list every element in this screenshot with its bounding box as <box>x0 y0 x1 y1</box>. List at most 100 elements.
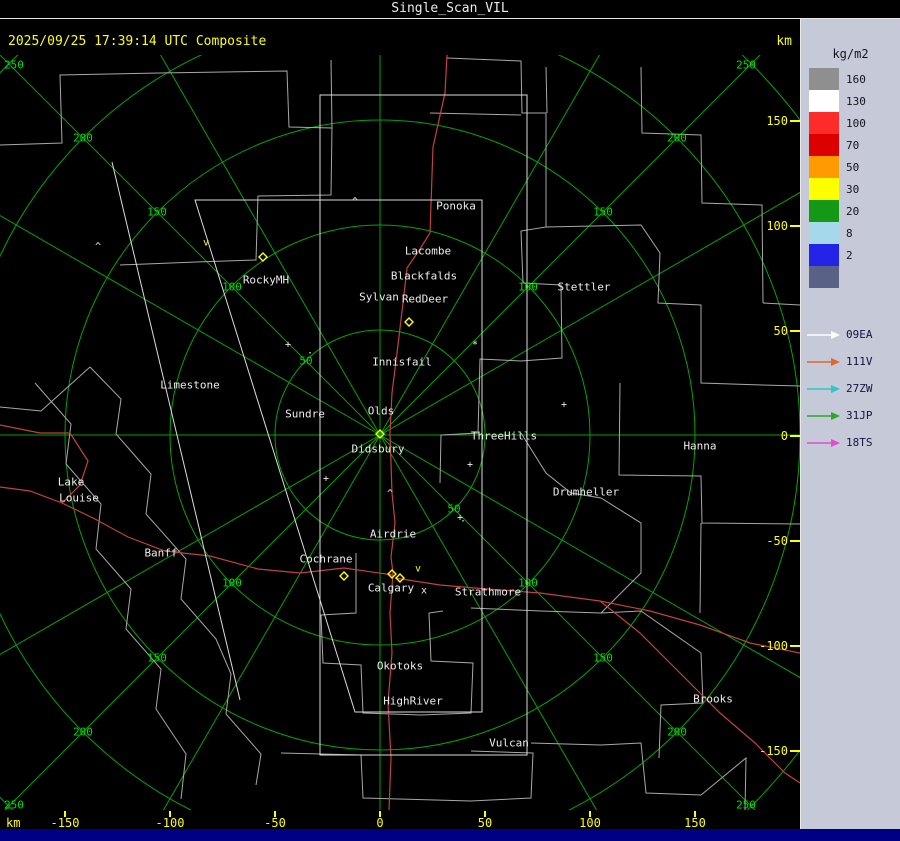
city-label-brooks: Brooks <box>693 693 733 706</box>
station-arrow-icon <box>807 330 840 339</box>
colorbar-value-label: 30 <box>846 182 860 196</box>
point-marker-v: v <box>415 564 421 575</box>
point-marker-.: . <box>307 346 313 357</box>
point-marker-x: x <box>421 586 427 597</box>
colorbar-level: 130 <box>809 90 866 112</box>
radial-line-120deg <box>379 434 800 679</box>
colorbar-value-label: 2 <box>846 248 853 262</box>
colorbar-level: 30 <box>809 178 866 200</box>
station-arrow-icon <box>807 438 840 447</box>
colorbar-level: 100 <box>809 112 866 134</box>
station-id-label: 18TS <box>846 436 873 449</box>
station-id-label: 31JP <box>846 409 873 422</box>
radial-line-210deg <box>162 434 381 810</box>
city-label-stettler: Stettler <box>558 281 611 294</box>
bottom-axis-tick-label: -150 <box>50 816 80 830</box>
point-marker-^: ^ <box>95 242 101 253</box>
county-boundary <box>330 59 333 129</box>
ring-distance-label: 100 <box>222 281 242 294</box>
ring-distance-label: 150 <box>147 652 167 665</box>
station-legend-row: 18TS <box>805 429 873 456</box>
station-id-label: 09EA <box>846 328 873 341</box>
bottom-axis-tick-label: 50 <box>477 816 493 830</box>
city-label-blackfalds: Blackfalds <box>391 270 457 283</box>
city-label-reddeer: RedDeer <box>402 293 449 306</box>
right-axis-tick-label: 150 <box>766 114 788 128</box>
colorbar-level: 20 <box>809 200 866 222</box>
city-label-sundre: Sundre <box>285 408 325 421</box>
ring-distance-label: 200 <box>667 132 687 145</box>
point-marker-+: + <box>285 340 291 351</box>
station-arrow-icon <box>807 384 840 393</box>
city-label-banff: Banff <box>144 547 177 560</box>
station-legend-row: 111V <box>805 348 873 375</box>
radial-line-330deg <box>160 55 381 436</box>
colorbar-swatch <box>809 178 839 200</box>
radar-scan-outlines <box>111 94 528 756</box>
ring-distance-label: 100 <box>518 281 538 294</box>
city-label-olds: Olds <box>368 405 395 418</box>
point-marker-^: ^ <box>387 489 393 500</box>
station-legend: 09EA 111V 27ZW 31JP 18TS <box>805 321 873 456</box>
colorbar-swatch <box>809 244 839 266</box>
point-marker-+: + <box>323 474 329 485</box>
scan-sector-outline <box>319 94 528 756</box>
county-boundary <box>545 66 548 114</box>
county-boundary <box>439 434 442 484</box>
bottom-status-bar <box>0 829 900 841</box>
bottom-axis-tick-label: 0 <box>376 816 384 830</box>
colorbar-units-label: kg/m2 <box>832 47 869 61</box>
station-arrow-icon <box>807 357 840 366</box>
right-axis-tick-mark <box>790 645 800 647</box>
colorbar-level <box>809 266 866 288</box>
city-label-ponoka: Ponoka <box>436 200 476 213</box>
bottom-axis: km -150 -100 -50 0 50 100 150 <box>0 810 800 829</box>
city-label-cochrane: Cochrane <box>300 553 353 566</box>
city-label-didsbury: Didsbury <box>352 443 405 456</box>
vil-color-scale: 160 130 100 70 50 30 20 8 2 <box>809 68 866 288</box>
right-axis-tick-mark <box>790 750 800 752</box>
county-boundary <box>0 366 91 412</box>
bottom-axis-tick-label: -100 <box>155 816 185 830</box>
city-label-okotoks: Okotoks <box>377 660 423 673</box>
city-label-lake: Lake <box>58 476 85 489</box>
city-label-calgary: Calgary <box>368 582 415 595</box>
bottom-axis-tick-label: 150 <box>684 816 706 830</box>
ring-distance-label: 250 <box>4 59 24 72</box>
point-marker-.: . <box>460 514 466 525</box>
station-id-label: 111V <box>846 355 873 368</box>
bottom-axis-tick-label: -50 <box>264 816 286 830</box>
ring-distance-label: 250 <box>736 59 756 72</box>
right-axis-tick-mark <box>790 330 800 332</box>
colorbar-swatch <box>809 156 839 178</box>
colorbar-swatch <box>809 266 839 288</box>
point-marker-v: v <box>203 238 209 249</box>
city-label-rockymh: RockyMH <box>243 274 289 287</box>
colorbar-value-label: 50 <box>846 160 860 174</box>
colorbar-value-label: 130 <box>846 94 866 108</box>
radar-app-window: Single_Scan_VIL 2025/09/25 17:39:14 UTC … <box>0 0 900 841</box>
county-boundary <box>618 382 800 525</box>
station-legend-row: 31JP <box>805 402 873 429</box>
ring-distance-label: 200 <box>667 726 687 739</box>
station-arrow-head <box>831 330 840 339</box>
right-axis-tick-label: -50 <box>766 534 788 548</box>
city-label-louise: Louise <box>59 492 99 505</box>
ring-distance-label: 100 <box>222 577 242 590</box>
scan-sector-edge <box>111 161 241 701</box>
colorbar-level: 160 <box>809 68 866 90</box>
radar-site-marker <box>258 252 268 262</box>
bottom-axis-unit-label: km <box>6 816 21 830</box>
right-axis-tick-mark <box>790 435 800 437</box>
city-label-threehills: ThreeHills <box>471 430 537 443</box>
station-arrow-head <box>831 357 840 366</box>
county-boundary <box>280 750 534 802</box>
station-arrow-head <box>831 411 840 420</box>
colorbar-value-label: 20 <box>846 204 860 218</box>
ring-distance-label: 200 <box>73 132 93 145</box>
city-label-highriver: HighRiver <box>383 695 443 708</box>
colorbar-level: 2 <box>809 244 866 266</box>
county-boundary <box>762 302 800 306</box>
right-axis-tick-label: 0 <box>780 429 788 443</box>
colorbar-level: 70 <box>809 134 866 156</box>
